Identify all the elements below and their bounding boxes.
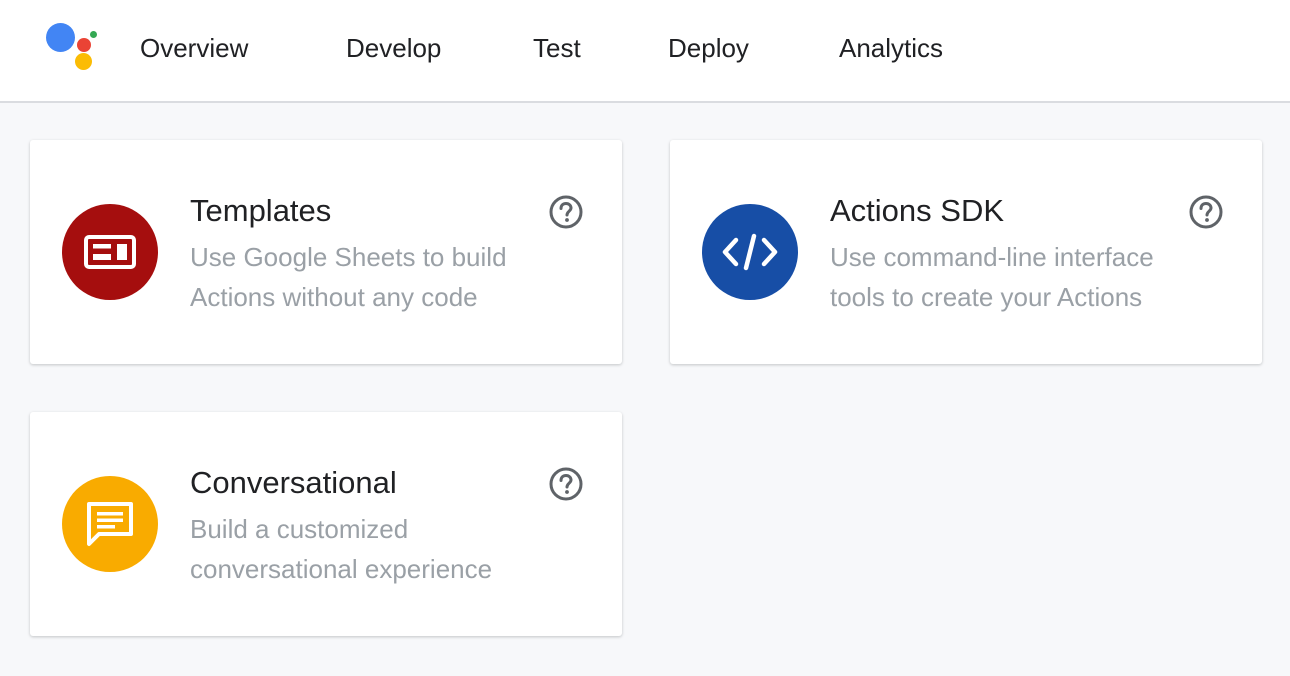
help-circle-icon[interactable]: [548, 194, 584, 230]
nav-tab-analytics[interactable]: Analytics: [839, 30, 943, 66]
help-circle-icon[interactable]: [1188, 194, 1224, 230]
logo-green-dot: [90, 31, 97, 38]
top-navigation-bar: Overview Develop Test Deploy Analytics: [0, 0, 1290, 103]
templates-icon: [62, 204, 158, 300]
conversational-card[interactable]: Conversational Build a customized conver…: [30, 412, 622, 636]
logo-blue-dot: [46, 23, 75, 52]
code-icon: [702, 204, 798, 300]
templates-card[interactable]: Templates Use Google Sheets to build Act…: [30, 140, 622, 364]
templates-card-description: Use Google Sheets to build Actions witho…: [190, 242, 507, 312]
actions-sdk-card[interactable]: Actions SDK Use command-line interface t…: [670, 140, 1262, 364]
help-circle-icon[interactable]: [548, 466, 584, 502]
chat-icon: [62, 476, 158, 572]
google-assistant-logo-icon[interactable]: [44, 20, 100, 72]
logo-yellow-dot: [75, 53, 92, 70]
nav-tab-develop[interactable]: Develop: [346, 30, 441, 66]
nav-tab-deploy[interactable]: Deploy: [668, 30, 749, 66]
conversational-card-title: Conversational: [190, 465, 397, 500]
templates-card-title: Templates: [190, 193, 332, 228]
conversational-card-description: Build a customized conversational experi…: [190, 514, 493, 584]
logo-red-dot: [77, 38, 91, 52]
nav-tab-test[interactable]: Test: [533, 30, 581, 66]
actions-sdk-card-title: Actions SDK: [830, 193, 1005, 228]
nav-tab-overview[interactable]: Overview: [140, 30, 248, 66]
actions-sdk-card-description: Use command-line interface tools to crea…: [830, 242, 1154, 312]
